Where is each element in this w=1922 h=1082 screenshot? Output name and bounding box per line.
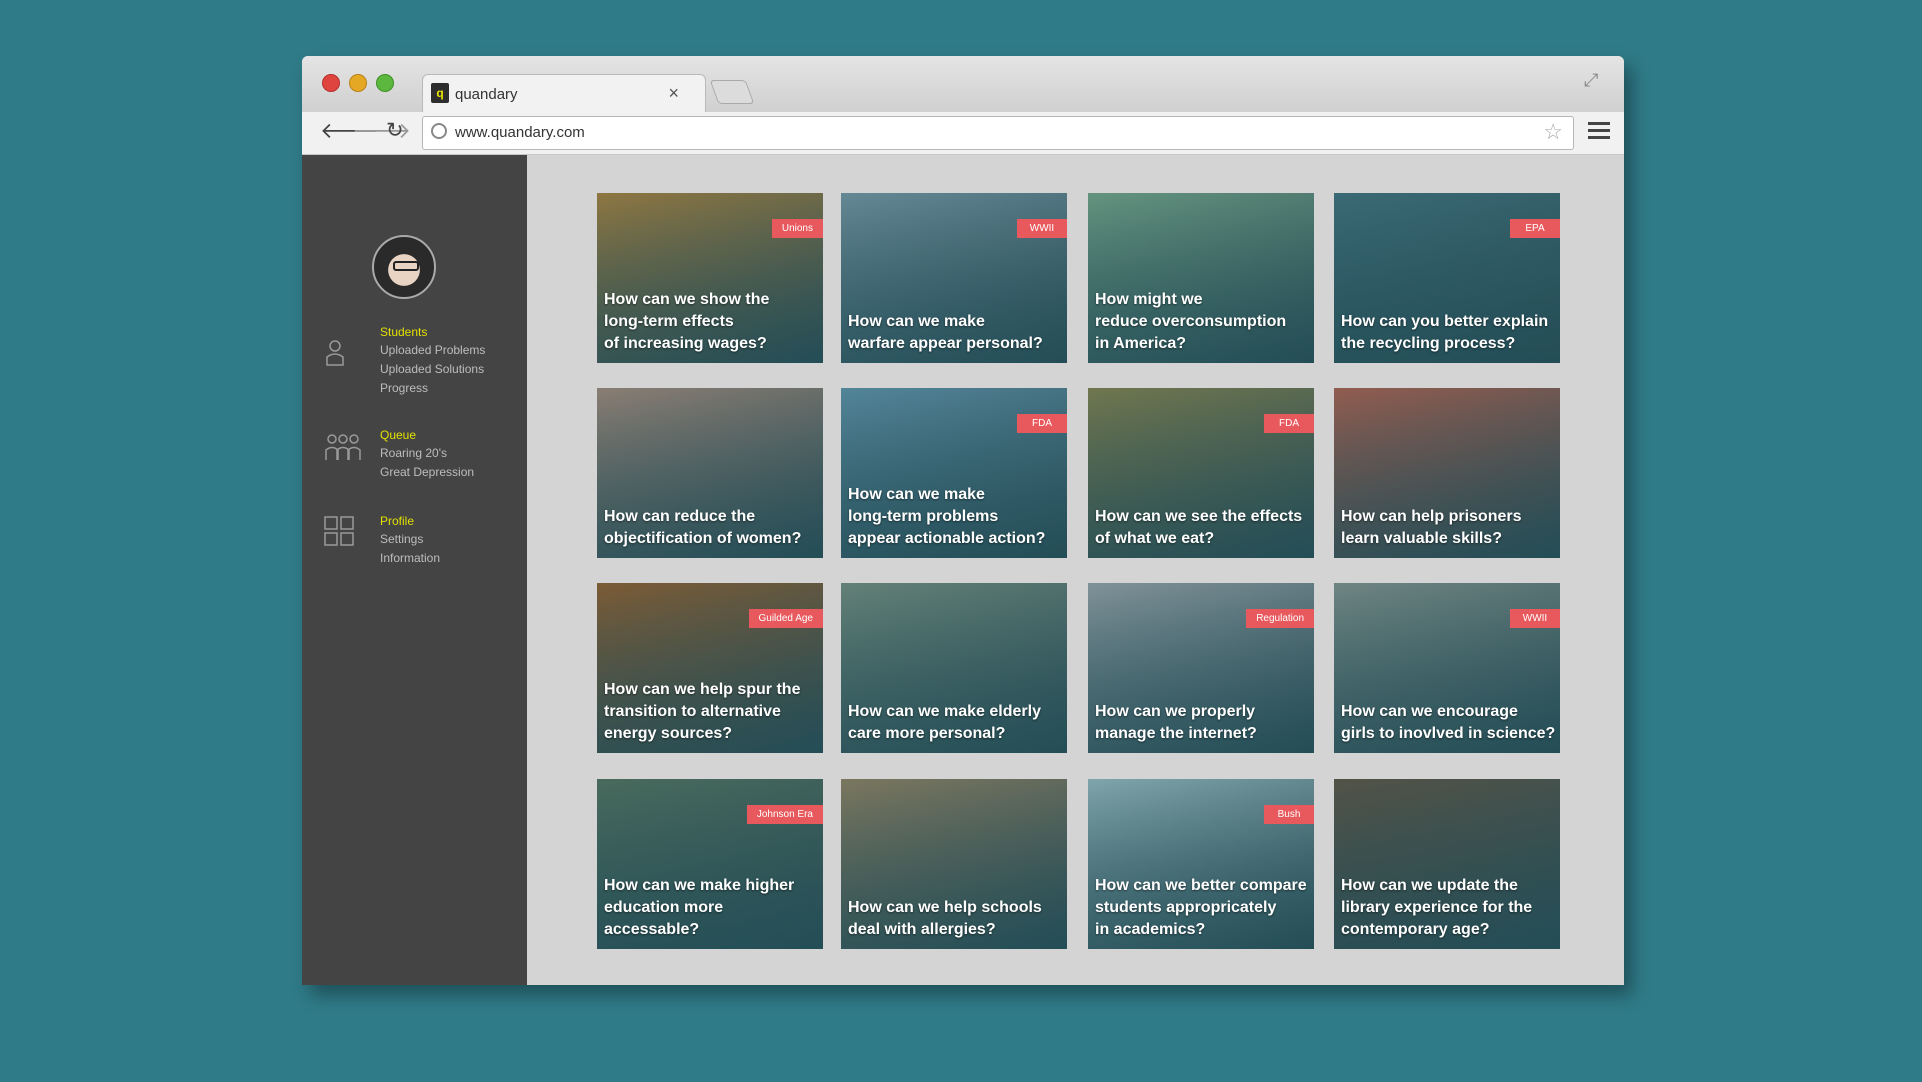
- card-caption: How can we help spur the transition to a…: [604, 681, 801, 742]
- sidebar-section-students: Students Uploaded Problems Uploaded Solu…: [326, 325, 485, 400]
- card-caption: How can we see the effects of what we ea…: [1095, 508, 1303, 547]
- sidebar-heading-queue[interactable]: Queue: [380, 428, 474, 442]
- card-caption: How can we better compare students appro…: [1095, 877, 1307, 938]
- category-tag: Bush: [1264, 805, 1314, 824]
- globe-icon: [431, 123, 447, 139]
- sidebar-section-profile: Profile Settings Information: [324, 514, 440, 570]
- page-content: Students Uploaded Problems Uploaded Solu…: [302, 155, 1624, 985]
- avatar[interactable]: [372, 235, 436, 299]
- person-icon: [324, 339, 346, 372]
- sidebar-item-roaring-20s[interactable]: Roaring 20's: [380, 446, 474, 460]
- card-caption: How can we make warfare appear personal?: [848, 313, 1043, 352]
- desktop-background: q quandary × ⤢ 🡐 🡒 ↻ www.quandary.com ☆: [0, 0, 1922, 1082]
- favicon-icon: q: [431, 83, 449, 103]
- address-bar[interactable]: www.quandary.com ☆: [422, 116, 1574, 150]
- category-tag: Regulation: [1246, 609, 1314, 628]
- category-tag: Unions: [771, 219, 823, 238]
- problem-card[interactable]: How can we help schools deal with allerg…: [841, 779, 1067, 949]
- problem-card[interactable]: Guilded Age How can we help spur the tra…: [597, 583, 823, 753]
- card-caption: How can you better explain the recycling…: [1341, 313, 1549, 352]
- new-tab-button[interactable]: [709, 80, 755, 104]
- card-caption: How can reduce the objectification of wo…: [604, 508, 802, 547]
- sidebar-item-information[interactable]: Information: [380, 551, 440, 565]
- card-caption: How can help prisoners learn valuable sk…: [1341, 508, 1522, 547]
- problem-card[interactable]: EPA How can you better explain the recyc…: [1334, 193, 1560, 363]
- problem-card[interactable]: How can help prisoners learn valuable sk…: [1334, 388, 1560, 558]
- problem-grid: Unions How can we show the long-term eff…: [527, 155, 1624, 985]
- browser-toolbar: 🡐 🡒 ↻ www.quandary.com ☆: [302, 112, 1624, 155]
- maximize-window-button[interactable]: [376, 74, 394, 92]
- problem-card[interactable]: WWII How can we encourage girls to inovl…: [1334, 583, 1560, 753]
- close-window-button[interactable]: [322, 74, 340, 92]
- problem-card[interactable]: How can reduce the objectification of wo…: [597, 388, 823, 558]
- bookmark-star-icon[interactable]: ☆: [1543, 119, 1563, 145]
- category-tag: EPA: [1510, 219, 1560, 238]
- sidebar-section-queue: Queue Roaring 20's Great Depression: [325, 428, 474, 484]
- card-caption: How can we show the long-term effects of…: [604, 291, 770, 352]
- tab-close-icon[interactable]: ×: [668, 83, 679, 104]
- menu-icon[interactable]: [1588, 122, 1610, 143]
- problem-card[interactable]: How can we make elderly care more person…: [841, 583, 1067, 753]
- url-text[interactable]: www.quandary.com: [455, 124, 585, 141]
- tab-title: quandary: [455, 86, 518, 103]
- sidebar-item-uploaded-problems[interactable]: Uploaded Problems: [380, 343, 485, 357]
- card-caption: How can we make higher education more ac…: [604, 877, 795, 938]
- grid-icon: [324, 516, 354, 551]
- sidebar-heading-students[interactable]: Students: [380, 325, 485, 339]
- minimize-window-button[interactable]: [349, 74, 367, 92]
- category-tag: WWII: [1510, 609, 1560, 628]
- card-caption: How can we make elderly care more person…: [848, 703, 1041, 742]
- card-caption: How can we encourage girls to inovlved i…: [1341, 703, 1556, 742]
- problem-card[interactable]: Unions How can we show the long-term eff…: [597, 193, 823, 363]
- problem-card[interactable]: FDA How can we see the effects of what w…: [1088, 388, 1314, 558]
- category-tag: Guilded Age: [748, 609, 823, 628]
- browser-window: q quandary × ⤢ 🡐 🡒 ↻ www.quandary.com ☆: [302, 56, 1624, 985]
- reload-icon[interactable]: ↻: [386, 118, 404, 143]
- problem-card[interactable]: Johnson Era How can we make higher educa…: [597, 779, 823, 949]
- card-caption: How can we update the library experience…: [1341, 877, 1533, 938]
- category-tag: FDA: [1264, 414, 1314, 433]
- problem-card[interactable]: FDA How can we make long-term problems a…: [841, 388, 1067, 558]
- card-caption: How might we reduce overconsumption in A…: [1095, 291, 1287, 352]
- sidebar-item-uploaded-solutions[interactable]: Uploaded Solutions: [380, 362, 485, 376]
- card-caption: How can we help schools deal with allerg…: [848, 899, 1042, 938]
- sidebar-heading-profile[interactable]: Profile: [380, 514, 440, 528]
- problem-card[interactable]: How might we reduce overconsumption in A…: [1088, 193, 1314, 363]
- category-tag: WWII: [1017, 219, 1067, 238]
- browser-tab[interactable]: q quandary ×: [422, 74, 706, 113]
- sidebar: Students Uploaded Problems Uploaded Solu…: [302, 155, 527, 985]
- sidebar-item-settings[interactable]: Settings: [380, 532, 440, 546]
- card-caption: How can we make long-term problems appea…: [848, 486, 1046, 547]
- fullscreen-icon[interactable]: ⤢: [1584, 70, 1606, 92]
- category-tag: Johnson Era: [746, 805, 823, 824]
- problem-card[interactable]: How can we update the library experience…: [1334, 779, 1560, 949]
- sidebar-item-progress[interactable]: Progress: [380, 381, 485, 395]
- problem-card[interactable]: Regulation How can we properly manage th…: [1088, 583, 1314, 753]
- sidebar-item-great-depression[interactable]: Great Depression: [380, 465, 474, 479]
- category-tag: FDA: [1017, 414, 1067, 433]
- problem-card[interactable]: Bush How can we better compare students …: [1088, 779, 1314, 949]
- group-icon: [324, 432, 362, 467]
- card-caption: How can we properly manage the internet?: [1095, 703, 1257, 742]
- title-bar: q quandary × ⤢: [302, 56, 1624, 113]
- problem-card[interactable]: WWII How can we make warfare appear pers…: [841, 193, 1067, 363]
